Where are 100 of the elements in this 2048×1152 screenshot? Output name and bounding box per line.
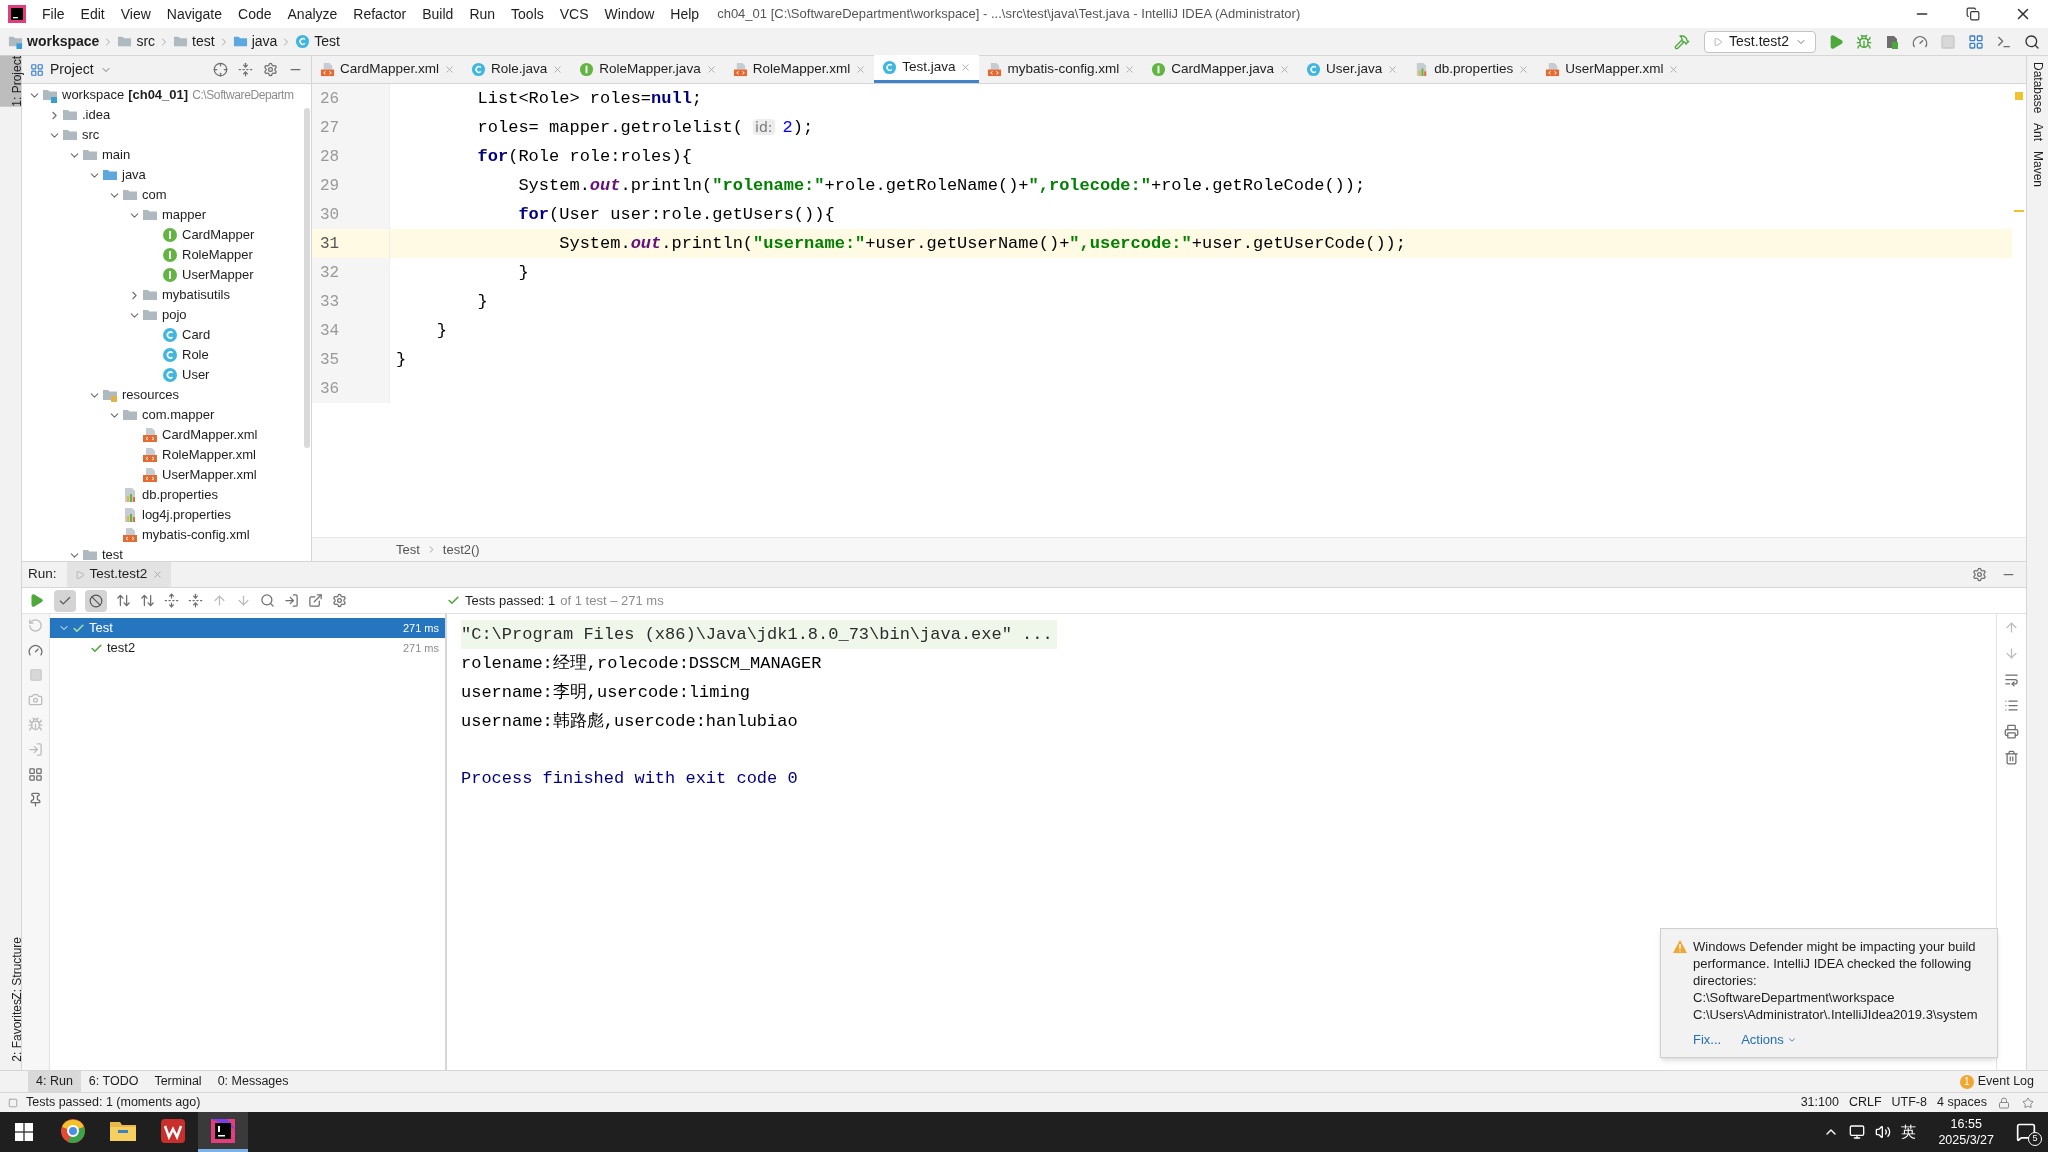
warning-marker[interactable] xyxy=(2014,210,2024,212)
sort-by-duration-icon[interactable] xyxy=(140,593,155,608)
editor-tab[interactable]: RoleMapper.xml xyxy=(724,55,875,83)
build-icon[interactable] xyxy=(1674,33,1691,50)
breadcrumb-item[interactable]: test2() xyxy=(442,539,480,560)
menu-item[interactable]: File xyxy=(34,3,73,25)
editor-tab[interactable]: mybatis-config.xml xyxy=(979,55,1144,83)
run-tab[interactable]: Test.test2 xyxy=(66,562,172,587)
editor-tab[interactable]: User.java xyxy=(1298,55,1407,83)
down-icon[interactable] xyxy=(2004,646,2019,661)
status-item[interactable]: 4 spaces xyxy=(1931,1093,1992,1112)
status-toggle-icon[interactable] xyxy=(8,1097,18,1108)
close-tab-icon[interactable] xyxy=(1518,63,1530,75)
settings-icon[interactable] xyxy=(1972,567,1987,582)
menu-item[interactable]: Window xyxy=(596,3,663,25)
clock[interactable]: 16:55 2025/3/27 xyxy=(1938,1116,1994,1148)
show-passed-toggle[interactable] xyxy=(54,589,76,612)
menu-item[interactable]: Navigate xyxy=(158,3,231,25)
tree-item[interactable]: test xyxy=(102,545,123,561)
close-tab-icon[interactable] xyxy=(1668,63,1680,75)
tree-item[interactable]: log4j.properties xyxy=(142,505,231,525)
test-row[interactable]: test2 271 ms xyxy=(50,638,445,658)
close-tab-icon[interactable] xyxy=(1387,63,1399,75)
layout-icon[interactable] xyxy=(28,767,43,782)
editor-tab[interactable]: UserMapper.xml xyxy=(1537,55,1688,83)
event-log-tab[interactable]: Event Log xyxy=(1977,1072,2034,1091)
tree-item[interactable]: RoleMapper xyxy=(182,245,253,265)
next-icon[interactable] xyxy=(236,593,251,608)
tree-item[interactable]: com.mapper xyxy=(142,405,215,425)
close-tab-icon[interactable] xyxy=(1279,63,1291,75)
restore-icon[interactable] xyxy=(1966,7,1980,21)
breadcrumb-item[interactable]: src xyxy=(136,31,156,52)
tool-window-tab[interactable]: Terminal xyxy=(146,1071,210,1092)
notification-center-button[interactable]: 5 xyxy=(2004,1112,2048,1152)
collapse-all-icon[interactable] xyxy=(188,593,203,608)
settings-icon[interactable] xyxy=(263,62,278,77)
tree-item[interactable]: mybatisutils xyxy=(162,285,230,305)
status-item[interactable]: 31:100 xyxy=(1795,1093,1844,1112)
test-row[interactable]: Test 271 ms xyxy=(50,618,445,638)
warning-marker[interactable] xyxy=(2015,92,2023,100)
close-tab-icon[interactable] xyxy=(705,63,717,75)
sort-icon[interactable] xyxy=(116,593,131,608)
taskbar-app[interactable] xyxy=(198,1112,248,1152)
tree-item[interactable]: CardMapper.xml xyxy=(162,425,258,445)
tree-item[interactable]: mybatis-config.xml xyxy=(142,525,250,545)
clear-icon[interactable] xyxy=(2004,750,2019,765)
tree-item[interactable]: CardMapper xyxy=(182,225,255,245)
notification-link[interactable]: Fix... xyxy=(1693,1031,1722,1048)
menu-item[interactable]: VCS xyxy=(551,3,597,25)
rerun-icon[interactable] xyxy=(28,593,44,608)
soft-wrap-icon[interactable] xyxy=(2004,672,2019,687)
tool-window-tab[interactable]: Database xyxy=(2028,62,2047,114)
tool-window-tab[interactable]: 2: Favorites xyxy=(0,999,21,1062)
run-icon[interactable] xyxy=(1828,33,1844,50)
tree-item[interactable]: UserMapper xyxy=(182,265,254,285)
menu-item[interactable]: Run xyxy=(461,3,504,25)
menu-item[interactable]: Help xyxy=(662,3,708,25)
editor-tab[interactable]: Test.java xyxy=(874,55,980,83)
profile-icon[interactable] xyxy=(1912,33,1928,50)
tree-item[interactable]: java xyxy=(122,165,146,185)
menu-item[interactable]: Refactor xyxy=(345,3,415,25)
close-tab-icon[interactable] xyxy=(960,62,972,73)
tree-item[interactable]: RoleMapper.xml xyxy=(162,445,256,465)
tree-item[interactable]: Card xyxy=(182,325,211,345)
previous-icon[interactable] xyxy=(212,593,227,608)
tool-window-tab[interactable]: Ant xyxy=(2028,123,2047,142)
volume-icon[interactable] xyxy=(1875,1124,1892,1140)
project-structure-icon[interactable] xyxy=(1968,33,1984,50)
menu-item[interactable]: View xyxy=(112,3,159,25)
pin-icon[interactable] xyxy=(28,792,43,807)
settings-icon[interactable] xyxy=(332,593,347,608)
search-icon[interactable] xyxy=(2024,33,2040,50)
up-icon[interactable] xyxy=(2004,620,2019,635)
tree-item[interactable]: pojo xyxy=(162,305,187,325)
tool-window-tab[interactable]: 0: Messages xyxy=(209,1071,297,1092)
tree-item[interactable]: com xyxy=(142,185,167,205)
tree-item[interactable]: db.properties xyxy=(142,485,218,505)
editor-tab[interactable]: db.properties xyxy=(1406,55,1538,83)
scroll-to-end-icon[interactable] xyxy=(2004,698,2019,713)
menu-item[interactable]: Tools xyxy=(503,3,552,25)
breadcrumb-item[interactable]: workspace xyxy=(27,31,100,52)
debug-icon[interactable] xyxy=(1856,33,1872,50)
notification-link[interactable]: Actions xyxy=(1741,1031,1797,1048)
tool-window-tab[interactable]: Z: Structure xyxy=(0,936,21,1000)
status-item[interactable]: CRLF xyxy=(1843,1093,1887,1112)
tool-window-tab[interactable]: Maven xyxy=(2028,151,2047,188)
close-tab-icon[interactable] xyxy=(444,63,456,75)
tree-item[interactable]: main xyxy=(102,145,131,165)
input-method[interactable]: 英 xyxy=(1901,1120,1917,1144)
editor-tab[interactable]: RoleMapper.java xyxy=(571,55,725,83)
tree-item[interactable]: User xyxy=(182,365,210,385)
collapse-all-icon[interactable] xyxy=(238,62,253,77)
coverage-icon[interactable] xyxy=(1884,33,1900,50)
tree-item[interactable]: src xyxy=(82,125,100,145)
editor-tab[interactable]: Role.java xyxy=(463,55,572,83)
locate-icon[interactable] xyxy=(213,62,228,77)
close-tab-icon[interactable] xyxy=(855,63,867,75)
scrollbar[interactable] xyxy=(304,108,310,448)
tree-item[interactable]: Role xyxy=(182,345,209,365)
breadcrumb-item[interactable]: java xyxy=(251,31,278,52)
